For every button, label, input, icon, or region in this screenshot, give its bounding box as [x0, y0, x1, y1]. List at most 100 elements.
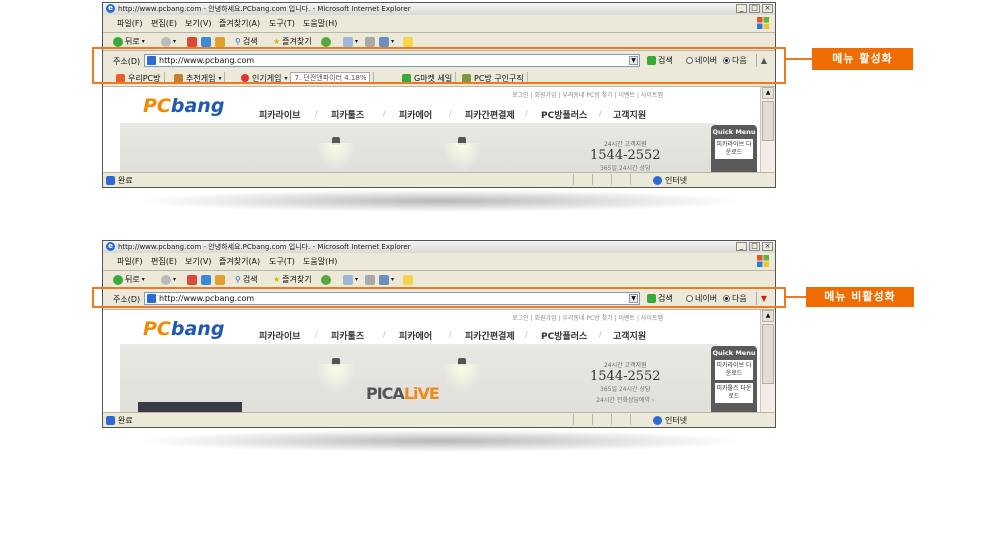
nav-separator: / — [525, 330, 528, 339]
menu-edit[interactable]: 편집(E) — [151, 18, 177, 29]
stop-button[interactable] — [187, 273, 197, 286]
minimize-button[interactable]: _ — [736, 4, 747, 13]
home-button[interactable] — [215, 273, 225, 286]
back-button[interactable]: 뒤로 ▾ — [113, 273, 145, 286]
menu-view[interactable]: 보기(V) — [185, 256, 211, 267]
support-info: 24시간 고객지원 1544-2552 365일 24시간 상담 24시간 전화… — [590, 360, 661, 404]
close-button[interactable]: × — [762, 242, 773, 251]
quick-menu: Quick Menu 피카라이브 다운로드 — [711, 125, 757, 173]
nav-pica-tools[interactable]: 피카툴즈 — [331, 108, 364, 121]
favorites-label: 즐겨찾기 — [282, 275, 312, 284]
menu-favorites[interactable]: 즐겨찾기(A) — [219, 18, 260, 29]
refresh-icon — [201, 274, 211, 285]
favorites-label: 즐겨찾기 — [282, 37, 312, 46]
note-icon — [403, 274, 413, 285]
support-reservation-link[interactable]: 24시간 전화상담예약 › — [590, 395, 661, 404]
screenshot-shadow — [140, 430, 740, 452]
edit-button[interactable]: ▾ — [379, 273, 394, 286]
star-icon: ★ — [273, 37, 281, 46]
menu-favorites[interactable]: 즐겨찾기(A) — [219, 256, 260, 267]
utility-links[interactable]: 로그인 | 회원가입 | 우리동네 PC방 찾기 | 이벤트 | 사이트맵 — [512, 313, 663, 322]
pcbang-logo[interactable]: PCbang — [143, 318, 224, 340]
menu-tools[interactable]: 도구(T) — [269, 18, 295, 29]
chevron-down-icon: ▾ — [355, 276, 359, 283]
menu-tools[interactable]: 도구(T) — [269, 256, 295, 267]
search-label: 검색 — [242, 37, 258, 46]
callout-menu-active: 메뉴 활성화 — [812, 48, 913, 70]
support-phone: 1544-2552 — [590, 369, 661, 384]
menu-view[interactable]: 보기(V) — [185, 18, 211, 29]
chevron-down-icon: ▾ — [391, 38, 395, 45]
nav-pica-pay[interactable]: 피카간편결제 — [465, 108, 515, 121]
history-icon — [321, 274, 331, 285]
status-zone: 인터넷 — [653, 175, 687, 186]
maximize-button[interactable]: □ — [749, 4, 760, 13]
menu-file[interactable]: 파일(F) — [117, 256, 143, 267]
utility-links[interactable]: 로그인 | 회원가입 | 우리동네 PC방 찾기 | 이벤트 | 사이트맵 — [512, 90, 663, 99]
back-label: 뒤로 — [125, 37, 140, 46]
status-panes — [573, 414, 649, 425]
status-done-label: 완료 — [118, 416, 133, 425]
refresh-button[interactable] — [201, 273, 211, 286]
minimize-button[interactable]: _ — [736, 242, 747, 251]
menu-help[interactable]: 도움말(H) — [303, 18, 337, 29]
highlight-menu-inactive — [92, 287, 786, 308]
status-done-label: 완료 — [118, 176, 133, 185]
menu-file[interactable]: 파일(F) — [117, 18, 143, 29]
chevron-down-icon: ▾ — [141, 38, 145, 45]
support-caption: 24시간 고객지원 — [603, 362, 647, 369]
windows-logo-icon — [757, 17, 769, 29]
stop-icon — [187, 36, 197, 47]
vertical-scrollbar[interactable]: ▲ — [760, 310, 775, 413]
nav-pica-air[interactable]: 피카에어 — [399, 108, 432, 121]
pcbang-logo[interactable]: PCbang — [143, 95, 224, 117]
status-bar: 완료 인터넷 — [103, 172, 775, 187]
quick-menu-item[interactable]: 피카라이브 다운로드 — [715, 139, 753, 159]
back-label: 뒤로 — [125, 275, 140, 284]
messenger-button[interactable] — [403, 273, 413, 286]
nav-support[interactable]: 고객지원 — [613, 329, 646, 342]
forward-arrow-icon — [161, 36, 171, 47]
nav-pica-live[interactable]: 피카라이브 — [259, 108, 300, 121]
ie-icon: e — [106, 242, 115, 251]
quick-menu-item[interactable]: 피카툴즈 다운로드 — [715, 383, 753, 403]
home-icon — [215, 36, 225, 47]
status-zone: 인터넷 — [653, 415, 687, 426]
quick-menu-item[interactable]: 피카라이브 다운로드 — [715, 360, 753, 380]
scroll-thumb[interactable] — [762, 101, 774, 141]
menu-edit[interactable]: 편집(E) — [151, 256, 177, 267]
main-banner: 24시간 고객지원 1544-2552 365일 24시간 상담 — [120, 123, 717, 173]
menu-help[interactable]: 도움말(H) — [303, 256, 337, 267]
status-zone-label: 인터넷 — [665, 176, 688, 185]
status-panes — [573, 174, 649, 185]
refresh-icon — [201, 36, 211, 47]
nav-pica-live[interactable]: 피카라이브 — [259, 329, 300, 342]
forward-button[interactable]: ▾ — [161, 273, 176, 286]
search-icon: ⚲ — [235, 37, 241, 46]
chevron-down-icon: ▾ — [391, 276, 395, 283]
logo-pc-text: PC — [143, 95, 171, 117]
nav-pica-pay[interactable]: 피카간편결제 — [465, 329, 515, 342]
picalive-a: PICA — [366, 384, 405, 403]
search-button[interactable]: ⚲ 검색 — [235, 273, 258, 286]
nav-support[interactable]: 고객지원 — [613, 108, 646, 121]
support-info: 24시간 고객지원 1544-2552 365일 24시간 상담 — [590, 139, 661, 172]
print-button[interactable] — [365, 273, 375, 286]
search-label: 검색 — [242, 275, 258, 284]
close-button[interactable]: × — [762, 4, 773, 13]
nav-pica-air[interactable]: 피카에어 — [399, 329, 432, 342]
nav-pcbang-plus[interactable]: PC방플러스 — [541, 108, 587, 121]
nav-pica-tools[interactable]: 피카툴즈 — [331, 329, 364, 342]
maximize-button[interactable]: □ — [749, 242, 760, 251]
favorites-button[interactable]: ★ 즐겨찾기 — [273, 273, 312, 286]
page-content: 로그인 | 회원가입 | 우리동네 PC방 찾기 | 이벤트 | 사이트맵 PC… — [103, 310, 775, 413]
scroll-up-icon[interactable]: ▲ — [762, 87, 774, 99]
spotlight-glow — [316, 364, 356, 394]
scroll-thumb[interactable] — [762, 324, 774, 384]
mail-button[interactable]: ▾ — [343, 273, 358, 286]
history-button[interactable] — [321, 273, 331, 286]
vertical-scrollbar[interactable]: ▲ — [760, 87, 775, 173]
nav-pcbang-plus[interactable]: PC방플러스 — [541, 329, 587, 342]
status-bar: 완료 인터넷 — [103, 412, 775, 427]
scroll-up-icon[interactable]: ▲ — [762, 310, 774, 322]
